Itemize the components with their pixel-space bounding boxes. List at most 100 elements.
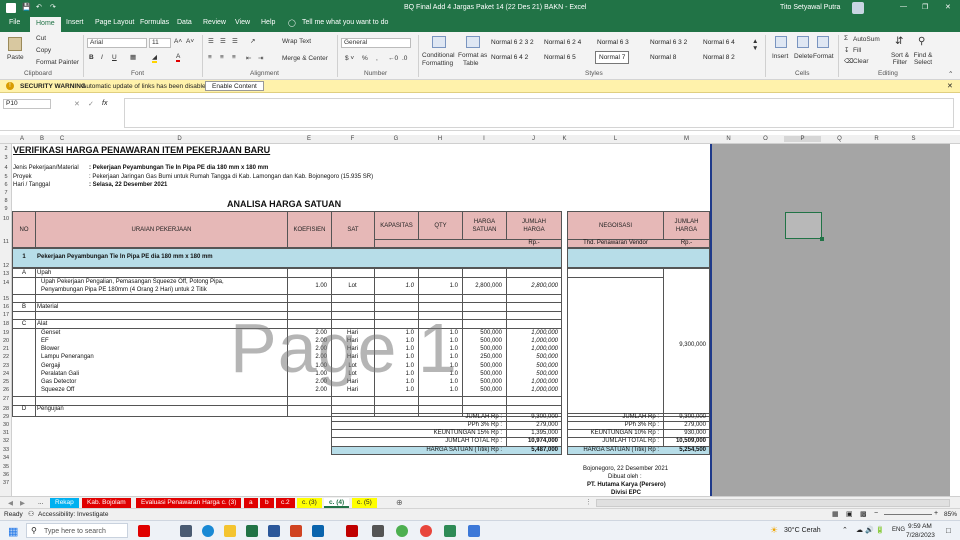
row-number[interactable]: 2 [0, 146, 12, 152]
row-number[interactable]: 22 [0, 354, 12, 360]
tray-chevron-icon[interactable]: ⌃ [842, 526, 848, 534]
row-number[interactable]: 33 [0, 447, 12, 453]
merge-center-button[interactable]: Merge & Center [272, 55, 328, 62]
zoom-slider[interactable] [884, 514, 932, 515]
media-icon[interactable] [372, 525, 384, 537]
borders-icon[interactable]: ▦ [130, 53, 136, 61]
tray-icons[interactable]: ☁ 🔊 🔋 [856, 526, 884, 534]
column-e[interactable]: E [287, 136, 331, 142]
page-break-area[interactable] [710, 144, 950, 496]
undo-icon[interactable]: ↶ [36, 3, 42, 11]
grow-font-icon[interactable]: A˄ [174, 38, 182, 45]
sheet-tab-more[interactable]: ... [33, 498, 48, 508]
align-top-icon[interactable]: ☰ [208, 37, 214, 45]
windows-start-icon[interactable]: ▦ [8, 525, 18, 538]
format-painter-button[interactable]: Format Painter [36, 59, 79, 66]
style-normal-7[interactable]: Normal 7 [595, 51, 630, 64]
close-warning-icon[interactable]: ✕ [947, 82, 953, 90]
row-number[interactable]: 32 [0, 438, 12, 444]
row-number[interactable]: 11 [0, 239, 12, 245]
conditional-formatting-label-2[interactable]: Formatting [422, 60, 453, 67]
sort-filter-button[interactable]: Sort & Filter [889, 52, 911, 66]
sheet-tab-c4[interactable]: c. (4) [324, 498, 350, 508]
sheet-tab-c2[interactable]: c.2 [276, 498, 295, 508]
cancel-formula-icon[interactable]: ✕ [74, 100, 80, 108]
decrease-decimal-icon[interactable]: .0 [402, 55, 407, 62]
column-b[interactable]: B [32, 136, 52, 142]
weather-text[interactable]: 30°C Cerah [784, 527, 821, 534]
format-cells-icon[interactable] [817, 36, 829, 48]
clock-time[interactable]: 9:59 AM [908, 523, 932, 530]
column-o[interactable]: O [747, 136, 784, 142]
tab-page-layout[interactable]: Page Layout [95, 19, 134, 26]
row-number[interactable]: 23 [0, 363, 12, 369]
conditional-formatting-label[interactable]: Conditional [422, 52, 455, 59]
tell-me-box[interactable]: Tell me what you want to do [302, 19, 388, 26]
row-number[interactable]: 4 [0, 165, 12, 171]
cut-button[interactable]: Cut [36, 35, 46, 42]
row-number[interactable]: 27 [0, 396, 12, 402]
column-g[interactable]: G [374, 136, 418, 142]
fill-handle[interactable] [820, 237, 824, 241]
redo-icon[interactable]: ↷ [50, 3, 56, 11]
style-normal-6-5[interactable]: Normal 6 5 [544, 54, 576, 61]
acrobat-icon[interactable] [346, 525, 358, 537]
user-name[interactable]: Tito Setyawal Putra [780, 4, 840, 11]
row-number[interactable]: 5 [0, 174, 12, 180]
sheet-tab-c5[interactable]: c. (5) [352, 498, 377, 508]
row-number[interactable]: 20 [0, 338, 12, 344]
row-number[interactable]: 30 [0, 422, 12, 428]
tab-insert[interactable]: Insert [66, 19, 84, 26]
restore-icon[interactable]: ❐ [922, 3, 928, 11]
font-name-select[interactable]: Arial [87, 38, 147, 48]
copy-button[interactable]: Copy [36, 47, 51, 54]
currency-icon[interactable]: $ ˅ [345, 55, 354, 62]
tab-view[interactable]: View [235, 19, 250, 26]
row-number[interactable]: 10 [0, 216, 12, 222]
style-normal-6-4[interactable]: Normal 6 4 [703, 39, 735, 46]
prev-sheet-icon[interactable]: ◀ [8, 499, 13, 507]
outlook-icon[interactable] [312, 525, 324, 537]
delete-cells-button[interactable]: Delete [794, 53, 813, 60]
find-select-icon[interactable]: ⚲ [918, 36, 925, 47]
fill-icon[interactable]: ↧ [844, 46, 849, 54]
enable-content-button[interactable]: Enable Content [205, 81, 264, 91]
autosum-icon[interactable]: Σ [844, 35, 848, 42]
accessibility-icon[interactable]: ⚇ [28, 510, 34, 518]
fill-color-icon[interactable]: ◢ [152, 53, 157, 63]
column-p[interactable]: P [784, 136, 821, 142]
column-c[interactable]: C [52, 136, 72, 142]
horizontal-scrollbar[interactable] [596, 499, 950, 507]
decrease-indent-icon[interactable]: ⇤ [246, 54, 251, 62]
column-q[interactable]: Q [821, 136, 858, 142]
tab-review[interactable]: Review [203, 19, 226, 26]
enter-formula-icon[interactable]: ✓ [88, 100, 94, 108]
row-number[interactable]: 34 [0, 455, 12, 461]
chrome-icon-2[interactable] [420, 525, 432, 537]
align-left-icon[interactable]: ≡ [208, 54, 212, 61]
selected-cell[interactable] [785, 212, 822, 239]
percent-icon[interactable]: % [362, 55, 368, 62]
delete-cells-icon[interactable] [797, 36, 809, 48]
tab-home[interactable]: Home [30, 17, 61, 32]
align-bottom-icon[interactable]: ☰ [232, 37, 238, 45]
hk-app-icon[interactable] [138, 525, 150, 537]
column-s[interactable]: S [895, 136, 932, 142]
word-icon[interactable] [268, 525, 280, 537]
style-normal-6-3[interactable]: Normal 6 3 [597, 39, 629, 46]
excel-taskbar-icon[interactable] [246, 525, 258, 537]
taskbar-search[interactable]: ⚲ Type here to search [26, 523, 128, 538]
normal-view-icon[interactable]: ▦ [832, 510, 839, 518]
tab-data[interactable]: Data [177, 19, 192, 26]
column-a[interactable]: A [12, 136, 32, 142]
insert-function-icon[interactable]: fx [102, 100, 107, 107]
fill-button[interactable]: Fill [853, 47, 861, 54]
style-normal-6-3-2[interactable]: Normal 6 3 2 [650, 39, 687, 46]
row-number[interactable]: 24 [0, 371, 12, 377]
sheet-tab-a[interactable]: a [244, 498, 258, 508]
row-number[interactable]: 6 [0, 182, 12, 188]
italic-button[interactable]: I [101, 54, 103, 61]
number-format-select[interactable]: General [341, 38, 411, 48]
file-explorer-icon[interactable] [224, 525, 236, 537]
format-as-table-label[interactable]: Format as [458, 52, 487, 59]
